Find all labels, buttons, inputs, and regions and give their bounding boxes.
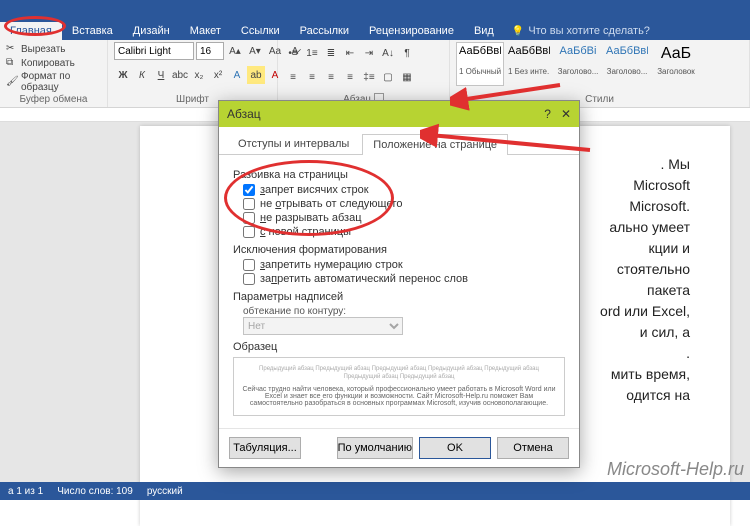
show-marks-button[interactable]: ¶	[398, 44, 416, 62]
exception-opt-checkbox-0[interactable]	[243, 259, 255, 271]
tab-review[interactable]: Рецензирование	[359, 22, 464, 40]
indent-button[interactable]: ⇥	[360, 44, 378, 62]
default-button[interactable]: По умолчанию	[337, 437, 413, 459]
copy-button[interactable]: ⧉Копировать	[6, 56, 75, 70]
ok-button[interactable]: OK	[419, 437, 491, 459]
pagination-opt-checkbox-3[interactable]	[243, 226, 255, 238]
italic-button[interactable]: К	[133, 66, 151, 84]
brush-icon: 🖌	[6, 76, 18, 88]
help-icon[interactable]: ?	[544, 107, 551, 121]
highlight-button[interactable]: ab	[247, 66, 265, 84]
pagination-opt-3[interactable]: с новой страницы	[243, 226, 565, 238]
shading-button[interactable]: ▢	[379, 68, 397, 86]
dialog-tab-position[interactable]: Положение на странице	[362, 134, 508, 155]
tab-view[interactable]: Вид	[464, 22, 504, 40]
tab-mailings[interactable]: Рассылки	[290, 22, 359, 40]
style-heading2[interactable]: АаБбВвГЗаголово...	[603, 42, 651, 86]
style-heading1[interactable]: АаБбВіЗаголово...	[554, 42, 602, 86]
style-title[interactable]: АаБЗаголовок	[652, 42, 700, 86]
dialog-tab-indents[interactable]: Отступы и интервалы	[227, 133, 360, 154]
outdent-button[interactable]: ⇤	[341, 44, 359, 62]
bold-button[interactable]: Ж	[114, 66, 132, 84]
status-page[interactable]: а 1 из 1	[8, 486, 43, 497]
status-bar: а 1 из 1 Число слов: 109 русский	[0, 482, 750, 500]
borders-button[interactable]: ▦	[398, 68, 416, 86]
ribbon: ✂Вырезать ⧉Копировать 🖌Формат по образцу…	[0, 40, 750, 108]
cancel-button[interactable]: Отмена	[497, 437, 569, 459]
underline-button[interactable]: Ч	[152, 66, 170, 84]
bullets-button[interactable]: •≡	[284, 44, 302, 62]
pagination-opt-2[interactable]: не разрывать абзац	[243, 212, 565, 224]
pagination-opt-checkbox-1[interactable]	[243, 198, 255, 210]
style-normal[interactable]: АаБбВвГг,1 Обычный	[456, 42, 504, 86]
exception-opt-checkbox-1[interactable]	[243, 273, 255, 285]
style-nospacing[interactable]: АаБбВвГг,1 Без инте...	[505, 42, 553, 86]
watermark: Microsoft-Help.ru	[607, 459, 744, 480]
styles-gallery[interactable]: АаБбВвГг,1 Обычный АаБбВвГг,1 Без инте..…	[456, 42, 743, 86]
group-label-clipboard: Буфер обмена	[6, 94, 101, 107]
wrap-select[interactable]: Нет	[243, 317, 403, 335]
status-words[interactable]: Число слов: 109	[57, 486, 133, 497]
preview-box: Предыдущий абзац Предыдущий абзац Предыд…	[233, 357, 565, 416]
tabs-button[interactable]: Табуляция...	[229, 437, 301, 459]
tab-home[interactable]: Главная	[0, 22, 62, 40]
text-effects-button[interactable]: A	[228, 66, 246, 84]
scissors-icon: ✂	[6, 43, 18, 55]
close-icon[interactable]: ✕	[561, 107, 571, 121]
dialog-title: Абзац	[227, 107, 261, 121]
tab-layout[interactable]: Макет	[180, 22, 231, 40]
section-preview: Образец	[233, 341, 565, 353]
sort-button[interactable]: A↓	[379, 44, 397, 62]
status-lang[interactable]: русский	[147, 486, 183, 497]
paragraph-dialog: Абзац ? ✕ Отступы и интервалы Положение …	[218, 100, 580, 468]
ribbon-tabs: Главная Вставка Дизайн Макет Ссылки Расс…	[0, 18, 750, 40]
tab-insert[interactable]: Вставка	[62, 22, 123, 40]
pagination-opt-checkbox-0[interactable]	[243, 184, 255, 196]
shrink-font-button[interactable]: A▾	[246, 42, 264, 60]
numbering-button[interactable]: 1≡	[303, 44, 321, 62]
section-pagination: Разбивка на страницы	[233, 169, 565, 181]
grow-font-button[interactable]: A▴	[226, 42, 244, 60]
pagination-opt-0[interactable]: запрет висячих строк	[243, 184, 565, 196]
exception-opt-1[interactable]: запретить автоматический перенос слов	[243, 273, 565, 285]
exception-opt-0[interactable]: запретить нумерацию строк	[243, 259, 565, 271]
align-left-button[interactable]: ≡	[284, 68, 302, 86]
tab-design[interactable]: Дизайн	[123, 22, 180, 40]
align-right-button[interactable]: ≡	[322, 68, 340, 86]
multilevel-button[interactable]: ≣	[322, 44, 340, 62]
superscript-button[interactable]: x²	[209, 66, 227, 84]
tell-me-search[interactable]: Что вы хотите сделать?	[504, 22, 658, 40]
wrap-label: обтекание по контуру:	[243, 306, 565, 317]
justify-button[interactable]: ≡	[341, 68, 359, 86]
tab-references[interactable]: Ссылки	[231, 22, 290, 40]
pagination-opt-checkbox-2[interactable]	[243, 212, 255, 224]
cut-button[interactable]: ✂Вырезать	[6, 42, 65, 56]
pagination-opt-1[interactable]: не отрывать от следующего	[243, 198, 565, 210]
line-spacing-button[interactable]: ‡≡	[360, 68, 378, 86]
font-size-select[interactable]	[196, 42, 224, 60]
copy-icon: ⧉	[6, 57, 18, 69]
font-name-select[interactable]	[114, 42, 194, 60]
format-painter-button[interactable]: 🖌Формат по образцу	[6, 70, 101, 94]
subscript-button[interactable]: x₂	[190, 66, 208, 84]
section-textbox: Параметры надписей	[233, 291, 565, 303]
section-exceptions: Исключения форматирования	[233, 244, 565, 256]
align-center-button[interactable]: ≡	[303, 68, 321, 86]
strike-button[interactable]: abc	[171, 66, 189, 84]
